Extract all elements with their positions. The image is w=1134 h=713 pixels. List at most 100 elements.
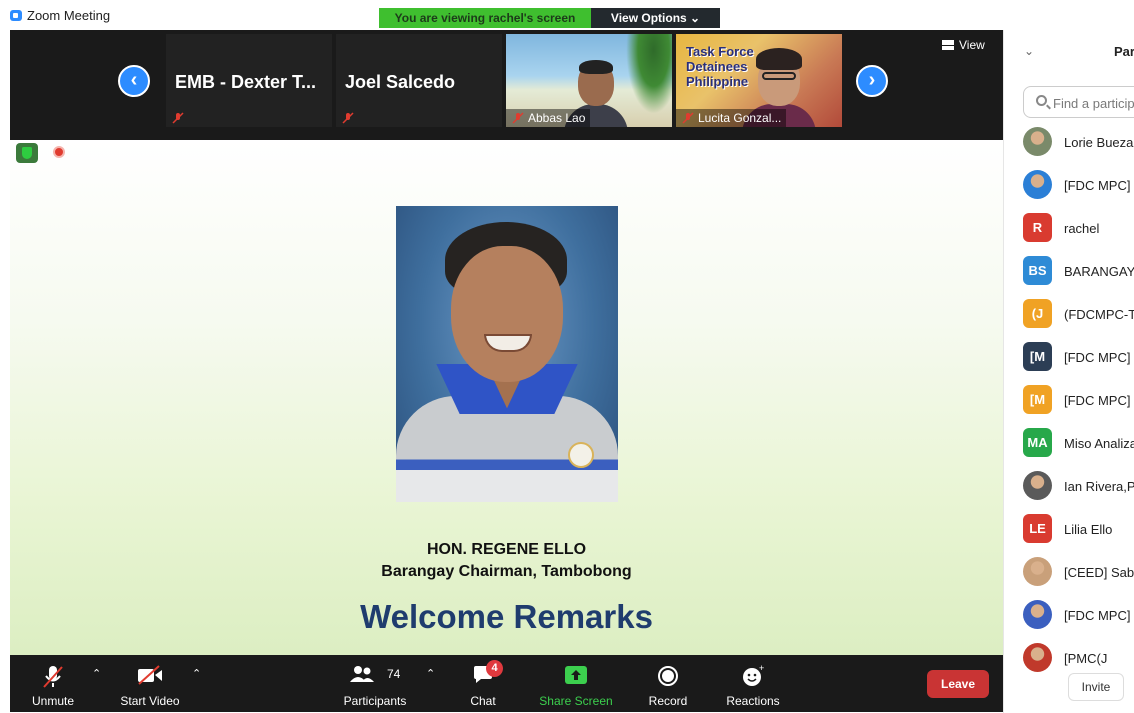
mic-muted-icon [172,112,184,124]
record-button[interactable]: Record [642,657,694,712]
task-force-banner-text: Task Force Detainees Philippine [686,44,754,89]
video-tile-emb-dexter[interactable]: EMB - Dexter T... [166,34,332,127]
palm-tree-background [626,34,672,114]
participant-name: Ian Rivera,PI [1064,479,1134,494]
participant-initials-avatar: [M [1023,385,1052,414]
grid-view-icon [942,40,954,50]
portrait-face [451,246,563,382]
share-screen-button[interactable]: Share Screen [534,657,618,712]
participants-panel: ⌄ Participants (74) Find a participant L… [1003,30,1134,713]
meeting-stage: ‹ EMB - Dexter T... Joel Salcedo Abbas L… [10,30,1003,712]
participant-row[interactable]: Ian Rivera,PI [1004,470,1134,513]
chat-unread-badge: 4 [486,660,503,677]
participant-name: Lilia Ello [1064,522,1113,537]
participant-photo-avatar [1023,170,1052,199]
participant-name: (FDCMPC-Te [1064,307,1134,322]
participant-name: BARANGAY [1064,264,1134,279]
participant-row[interactable]: MA Miso Analiza [1004,427,1134,470]
video-filmstrip: ‹ EMB - Dexter T... Joel Salcedo Abbas L… [10,30,1003,140]
participant-name: Miso Analiza [1064,436,1134,451]
participant-initials-avatar: MA [1023,428,1052,457]
svg-text:+: + [759,665,764,673]
participant-name: [CEED] Sabr [1064,565,1134,580]
recording-indicator-icon [53,146,65,158]
participants-options-caret-icon[interactable]: ⌃ [426,667,435,680]
reactions-label: Reactions [726,694,780,708]
participant-row[interactable]: [M [FDC MPC] - [1004,341,1134,384]
participant-row[interactable]: Rrachel [1004,212,1134,255]
participant-photo-avatar [1023,557,1052,586]
glasses [762,72,796,80]
start-video-button[interactable]: Start Video [110,657,190,712]
participant-name: Joel Salcedo [345,72,456,92]
participants-icon [350,666,375,682]
participant-initials-avatar: R [1023,213,1052,242]
security-shield-icon[interactable] [16,143,38,163]
participant-row[interactable]: Lorie Bueza [1004,126,1134,169]
participant-search-input[interactable]: Find a participant [1023,86,1134,118]
invite-button[interactable]: Invite [1068,673,1124,701]
participant-list: Lorie Bueza [FDC MPC] - Rrachel BS BARANGAY… [1004,126,1134,685]
participant-name-label: Abbas Lao [528,111,586,125]
record-icon [658,666,678,686]
audio-options-caret-icon[interactable]: ⌃ [92,667,101,680]
speaker-portrait [396,206,618,502]
video-off-icon [138,665,162,685]
participant-row[interactable]: [CEED] Sabr [1004,556,1134,599]
mic-muted-icon [512,112,524,124]
chat-label: Chat [470,694,496,708]
leave-button[interactable]: Leave [927,670,989,698]
participant-initials-avatar: LE [1023,514,1052,543]
participant-photo-avatar [1023,600,1052,629]
mic-muted-icon [342,112,354,124]
unmute-label: Unmute [31,694,75,708]
participant-name: Abbas Lao [506,109,591,127]
participant-name: [FDC MPC] - [1064,178,1134,193]
participant-row[interactable]: [M [FDC MPC] - [1004,384,1134,427]
participant-row[interactable]: BS BARANGAY [1004,255,1134,298]
participant-name: Lorie Bueza [1064,135,1134,150]
meeting-toolbar: Unmute ⌃ Start Video ⌃ 74 Participants ⌃… [10,657,1003,712]
search-placeholder: Find a participant [1053,96,1134,111]
participant-row[interactable]: [FDC MPC] - [1004,599,1134,642]
panel-title: Participants (74) [1114,44,1134,59]
video-tile-lucita-gonzales[interactable]: Task Force Detainees Philippine Lucita G… [676,34,842,127]
participant-row[interactable]: [FDC MPC] - [1004,169,1134,212]
participant-initials-avatar: [M [1023,342,1052,371]
mic-muted-icon [43,666,63,688]
participant-photo-avatar [1023,471,1052,500]
video-tile-joel-salcedo[interactable]: Joel Salcedo [336,34,502,127]
viewing-screen-banner: You are viewing rachel's screen [379,8,591,28]
video-tile-abbas-lao[interactable]: Abbas Lao [506,34,672,127]
participant-name: Lucita Gonzal... [676,109,787,127]
video-options-caret-icon[interactable]: ⌃ [192,667,201,680]
reactions-smiley-icon: + [743,665,764,686]
zoom-logo-icon [10,10,22,21]
chevron-left-icon[interactable]: ‹ [118,65,150,97]
participant-row[interactable]: LE Lilia Ello [1004,513,1134,556]
chevron-down-icon[interactable]: ⌄ [1024,44,1034,58]
participant-photo-avatar [1023,643,1052,672]
participants-count: 74 [387,667,401,681]
participant-name: rachel [1064,221,1100,236]
start-video-label: Start Video [120,694,180,708]
reactions-button[interactable]: + Reactions [718,657,788,712]
participant-name: [PMC(J [1064,651,1108,666]
view-label: View [959,38,985,52]
speaker-name: HON. REGENE ELLO [426,541,587,558]
share-screen-icon [565,666,587,684]
person-hair [579,60,613,74]
view-layout-button[interactable]: View [942,38,985,52]
title-bar: Zoom Meeting You are viewing rachel's sc… [0,0,1134,30]
unmute-button[interactable]: Unmute [20,657,86,712]
share-screen-label: Share Screen [539,694,613,708]
participant-photo-avatar [1023,127,1052,156]
view-options-button[interactable]: View Options ⌄ [591,8,720,28]
participant-name: [FDC MPC] - [1064,350,1134,365]
chevron-right-icon[interactable]: › [856,65,888,97]
participants-button[interactable]: 74 Participants [335,657,415,712]
slide-heading: Welcome Remarks [360,598,653,635]
participant-row[interactable]: (J (FDCMPC-Te [1004,298,1134,341]
chat-button[interactable]: 4 Chat [460,657,506,712]
shared-screen: HON. REGENE ELLO Barangay Chairman, Tamb… [10,140,1003,655]
